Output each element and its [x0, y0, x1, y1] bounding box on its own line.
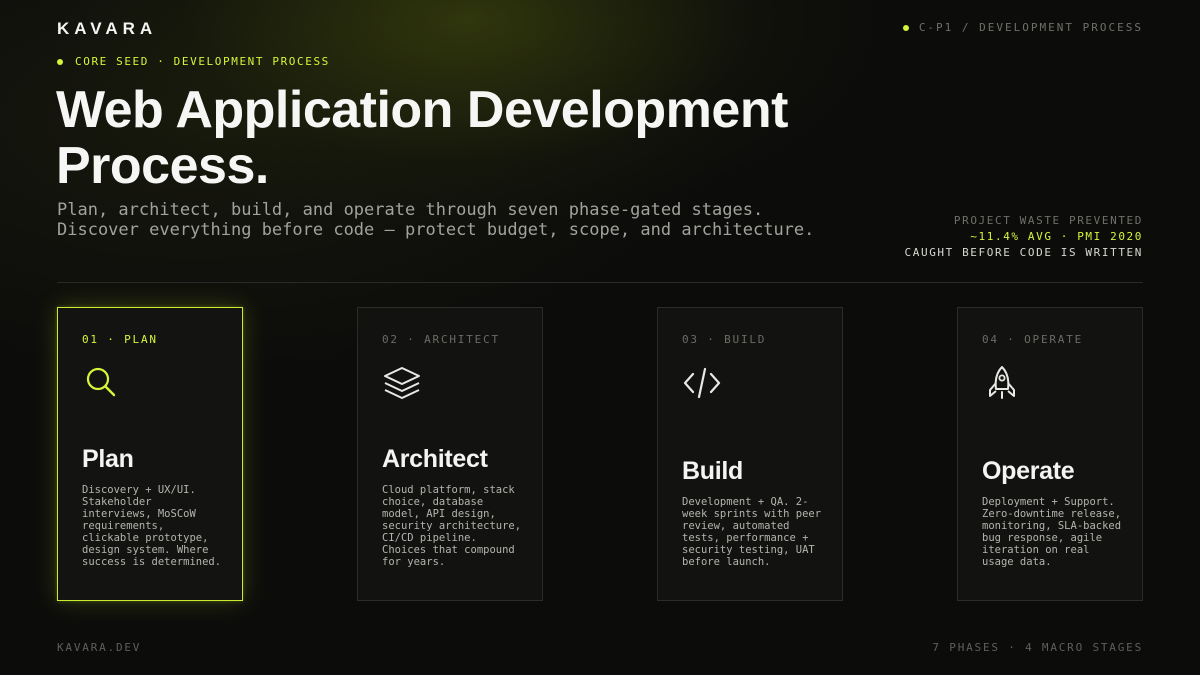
section-code-label: C-P1 / DEVELOPMENT PROCESS	[918, 21, 1143, 34]
card-description: Cloud platform, stack choice, database m…	[382, 484, 522, 568]
divider	[57, 282, 1143, 283]
stat-note: CAUGHT BEFORE CODE IS WRITTEN	[904, 246, 1143, 259]
page-title: Web Application Development Process.	[56, 81, 788, 195]
layers-icon	[382, 363, 422, 403]
stat-block: PROJECT WASTE PREVENTED ~11.4% AVG · PMI…	[905, 213, 1143, 261]
stat-label: PROJECT WASTE PREVENTED	[953, 214, 1143, 227]
card-description: Development + QA. 2-week sprints with pe…	[682, 496, 822, 568]
card-step: 04 · OPERATE	[982, 333, 1084, 346]
card-title: Architect	[382, 445, 488, 473]
footer-summary: 7 PHASES · 4 MACRO STAGES	[932, 641, 1143, 654]
stage-card-operate[interactable]: 04 · OPERATE Operate Deployment + Suppor…	[957, 307, 1143, 601]
card-step: 02 · ARCHITECT	[382, 333, 500, 346]
stage-card-plan[interactable]: 01 · PLAN Plan Discovery + UX/UI. Stakeh…	[57, 307, 243, 601]
brand-logo: KAVARA	[57, 19, 158, 38]
section-code: C-P1 / DEVELOPMENT PROCESS	[902, 21, 1143, 34]
card-step: 01 · PLAN	[82, 333, 158, 346]
stage-card-architect[interactable]: 02 · ARCHITECT Architect Cloud platform,…	[357, 307, 543, 601]
card-title: Plan	[82, 445, 134, 473]
card-description: Deployment + Support. Zero-downtime rele…	[982, 496, 1122, 568]
rocket-icon	[982, 363, 1022, 403]
stage-card-build[interactable]: 03 · BUILD Build Development + QA. 2-wee…	[657, 307, 843, 601]
eyebrow-label: CORE SEED · DEVELOPMENT PROCESS	[75, 55, 330, 68]
code-icon	[682, 363, 722, 403]
stat-value: ~11.4% AVG · PMI 2020	[970, 230, 1143, 243]
page-subtitle: Plan, architect, build, and operate thro…	[57, 200, 815, 240]
card-step: 03 · BUILD	[682, 333, 767, 346]
eyebrow-dot	[57, 58, 63, 65]
footer-site[interactable]: KAVARA.DEV	[57, 641, 141, 654]
card-description: Discovery + UX/UI. Stakeholder interview…	[82, 484, 222, 568]
card-title: Operate	[982, 457, 1075, 485]
eyebrow: CORE SEED · DEVELOPMENT PROCESS	[57, 55, 330, 68]
status-dot	[902, 24, 909, 31]
search-icon	[82, 363, 122, 403]
card-title: Build	[682, 457, 743, 485]
